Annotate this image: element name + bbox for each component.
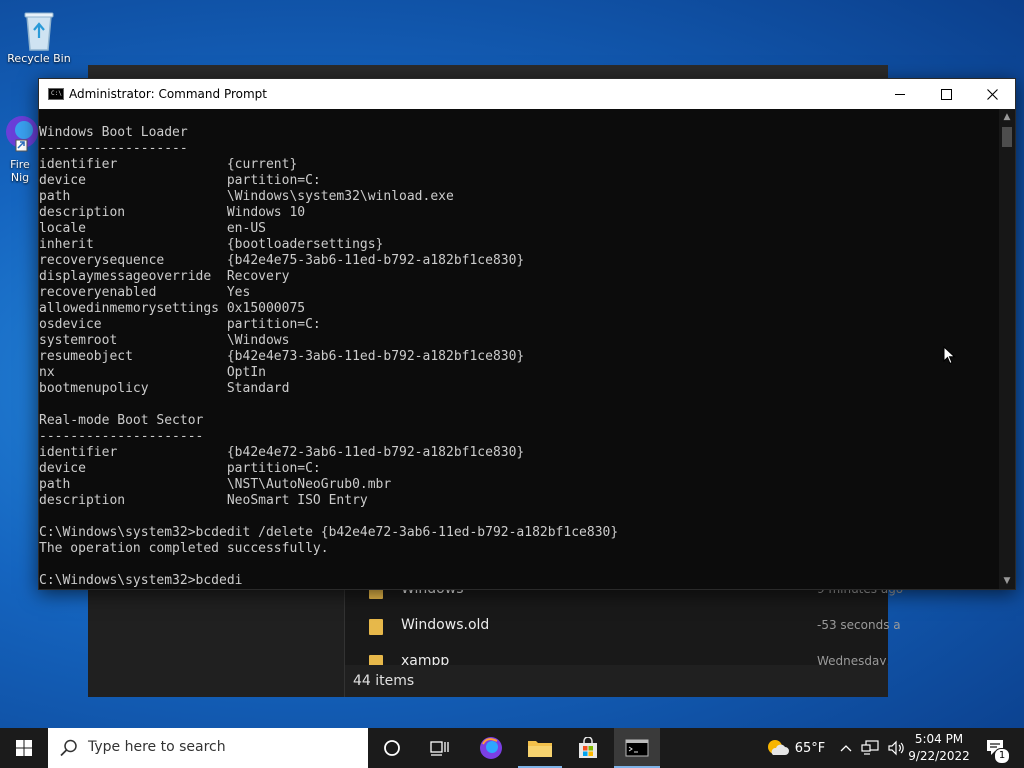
file-explorer-taskbar-button[interactable] xyxy=(518,728,562,768)
taskbar: Type here to search 65°F 5:04 PM 9/22/20… xyxy=(0,728,1024,768)
firefox-nightly-label-line2: Nig xyxy=(10,171,30,184)
console-line: recoverysequence {b42e4e75-3ab6-11ed-b79… xyxy=(39,253,525,268)
taskbar-clock[interactable]: 5:04 PM 9/22/2022 xyxy=(908,731,970,765)
file-date: -53 seconds a xyxy=(817,618,901,632)
chevron-up-icon xyxy=(840,745,852,752)
window-title: Administrator: Command Prompt xyxy=(69,87,267,101)
console-line: systemroot \Windows xyxy=(39,333,290,348)
console-line: ------------------- xyxy=(39,141,188,156)
scroll-up-arrow-icon[interactable]: ▲ xyxy=(999,109,1015,125)
explorer-status-bar: 44 items xyxy=(344,665,888,697)
console-line: C:\Windows\system32>bcdedit /delete {b42… xyxy=(39,525,619,540)
network-icon xyxy=(861,740,879,755)
notification-count-badge: 1 xyxy=(994,748,1010,764)
task-view-icon xyxy=(430,741,449,756)
taskbar-search-box[interactable]: Type here to search xyxy=(48,728,368,768)
task-view-button[interactable] xyxy=(372,728,412,768)
recycle-bin-desktop-icon[interactable]: Recycle Bin xyxy=(4,8,74,65)
console-line: osdevice partition=C: xyxy=(39,317,321,332)
network-button[interactable] xyxy=(858,728,882,768)
command-prompt-taskbar-button[interactable] xyxy=(614,728,660,768)
maximize-icon xyxy=(940,88,952,100)
console-line: recoveryenabled Yes xyxy=(39,285,251,300)
firefox-nightly-label-line1: Fire xyxy=(10,158,30,171)
console-line: identifier {b42e4e72-3ab6-11ed-b792-a182… xyxy=(39,445,525,460)
weather-widget[interactable]: 65°F xyxy=(760,728,830,768)
weather-temperature: 65°F xyxy=(794,740,826,756)
maximize-button[interactable] xyxy=(923,79,969,109)
scroll-down-arrow-icon[interactable]: ▼ xyxy=(999,573,1015,589)
cmd-app-icon[interactable]: C:\ xyxy=(48,88,64,100)
task-view-icon-button[interactable] xyxy=(420,728,460,768)
console-line: The operation completed successfully. xyxy=(39,541,329,556)
console-line: identifier {current} xyxy=(39,157,298,172)
console-line: Windows Boot Loader xyxy=(39,125,188,140)
folder-icon xyxy=(528,741,552,757)
store-taskbar-button[interactable] xyxy=(566,728,610,768)
file-name: Windows.old xyxy=(401,617,490,633)
console-line: device partition=C: xyxy=(39,461,321,476)
console-line: path \NST\AutoNeoGrub0.mbr xyxy=(39,477,392,492)
console-line: path \Windows\system32\winload.exe xyxy=(39,189,454,204)
console-line: bootmenupolicy Standard xyxy=(39,381,290,396)
volume-icon xyxy=(888,740,904,756)
start-button[interactable] xyxy=(0,728,48,768)
file-row[interactable]: Windows.old -53 seconds a xyxy=(345,613,901,641)
console-line: resumeobject {b42e4e73-3ab6-11ed-b792-a1… xyxy=(39,349,525,364)
firefox-nightly-icon xyxy=(480,737,502,759)
console-line: Real-mode Boot Sector xyxy=(39,413,204,428)
folder-icon xyxy=(369,619,383,635)
console-line: description Windows 10 xyxy=(39,205,306,220)
console-line: description NeoSmart ISO Entry xyxy=(39,493,368,508)
search-placeholder: Type here to search xyxy=(88,739,226,755)
console-output[interactable]: Windows Boot Loader ------------------- … xyxy=(39,109,999,589)
console-line: locale en-US xyxy=(39,221,266,236)
close-button[interactable] xyxy=(969,79,1015,109)
clock-date: 9/22/2022 xyxy=(908,749,970,763)
notifications-button[interactable]: 1 xyxy=(976,728,1016,768)
firefox-nightly-icon xyxy=(2,112,38,152)
windows-logo-icon xyxy=(16,740,32,756)
cortana-circle-icon xyxy=(384,740,400,756)
partly-sunny-icon xyxy=(767,740,789,755)
console-text: Windows Boot Loader ------------------- … xyxy=(39,109,999,589)
scrollbar-thumb[interactable] xyxy=(1002,127,1012,147)
show-hidden-icons-button[interactable] xyxy=(836,728,856,768)
firefox-taskbar-button[interactable] xyxy=(470,728,512,768)
console-line: displaymessageoverride Recovery xyxy=(39,269,290,284)
cmd-titlebar[interactable]: C:\ Administrator: Command Prompt xyxy=(39,79,1015,109)
console-line: C:\Windows\system32>bcdedi xyxy=(39,573,243,588)
recycle-bin-icon xyxy=(19,8,59,52)
close-icon xyxy=(986,88,998,100)
recycle-bin-label: Recycle Bin xyxy=(7,52,71,65)
console-line: --------------------- xyxy=(39,429,204,444)
command-prompt-window[interactable]: C:\ Administrator: Command Prompt Window… xyxy=(38,78,1016,590)
console-line: device partition=C: xyxy=(39,173,321,188)
minimize-button[interactable] xyxy=(877,79,923,109)
microsoft-store-icon xyxy=(579,737,597,758)
mouse-cursor-icon xyxy=(943,346,956,365)
minimize-icon xyxy=(895,93,905,95)
volume-button[interactable] xyxy=(884,728,908,768)
console-line: inherit {bootloadersettings} xyxy=(39,237,384,252)
vertical-scrollbar[interactable]: ▲ ▼ xyxy=(999,109,1015,589)
firefox-nightly-desktop-icon[interactable]: Fire Nig xyxy=(0,112,40,184)
search-icon xyxy=(60,739,77,757)
console-line: nx OptIn xyxy=(39,365,266,380)
clock-time: 5:04 PM xyxy=(914,732,964,746)
console-line: allowedinmemorysettings 0x15000075 xyxy=(39,301,306,316)
terminal-icon xyxy=(625,739,649,757)
